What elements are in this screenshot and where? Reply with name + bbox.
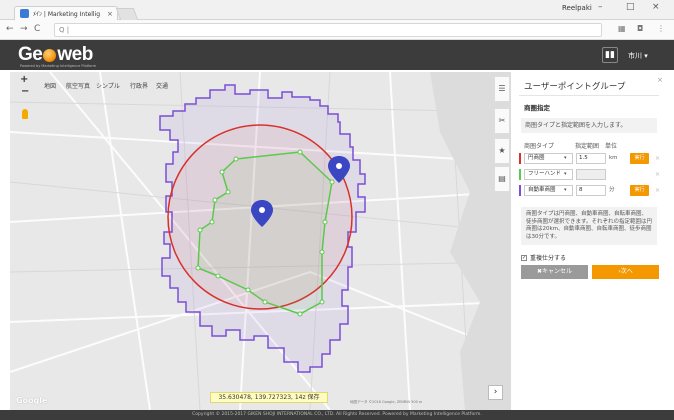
dedupe-checkbox[interactable]: ✓ 重複仕分する xyxy=(521,253,566,262)
profile-name[interactable]: Reelpaki xyxy=(562,4,592,12)
color-swatch xyxy=(519,185,521,196)
cancel-button[interactable]: ✖キャンセル xyxy=(521,265,588,279)
favicon-icon xyxy=(20,9,29,18)
footer-copyright: Copyright © 2015-2017 GIKEN SHOJI INTERN… xyxy=(0,410,674,420)
range-input[interactable]: 1.5 xyxy=(576,153,606,164)
logo-globe-icon xyxy=(43,48,57,62)
maptype-satellite[interactable]: 航空写真 xyxy=(66,81,90,90)
area-row-circle: 円商圏 ▾ 1.5 km 実行 × xyxy=(519,153,663,164)
column-header-type: 商圏タイプ xyxy=(524,143,555,150)
minimize-icon[interactable]: – xyxy=(598,2,603,12)
chevron-down-icon: ▾ xyxy=(564,187,567,193)
range-input[interactable] xyxy=(576,169,606,180)
divider xyxy=(519,95,659,96)
address-input[interactable]: Q | xyxy=(54,23,602,37)
chevron-down-icon: ▾ xyxy=(564,171,567,177)
color-swatch xyxy=(519,169,521,180)
next-button[interactable]: ›次へ xyxy=(592,265,659,279)
unit-label: 分 xyxy=(609,187,615,193)
maximize-icon[interactable]: □ xyxy=(626,2,635,12)
column-header-range: 指定範囲 xyxy=(575,143,600,150)
logo-subtitle: Powered by Marketing Intelligence Platfo… xyxy=(20,64,97,68)
execute-button[interactable]: 実行 xyxy=(630,153,649,164)
zoom-in-button[interactable]: + xyxy=(20,74,28,85)
maptype-admin[interactable]: 行政界 xyxy=(130,81,148,90)
close-window-icon[interactable]: × xyxy=(652,2,660,12)
chevron-down-icon: ▾ xyxy=(564,155,567,161)
checkbox-icon[interactable]: ✓ xyxy=(521,254,527,261)
google-logo: Google xyxy=(16,396,48,405)
unit-label: km xyxy=(609,155,618,161)
map-canvas[interactable]: + − 地図 航空写真 シンプル 行政界 交通 35.630478, 139.7… xyxy=(10,72,510,410)
browser-tab[interactable]: ﾒｲﾝ | Marketing Intellig × xyxy=(14,6,118,20)
camera-icon[interactable]: ◘ xyxy=(637,24,643,33)
color-swatch xyxy=(519,153,521,164)
execute-button[interactable]: 実行 xyxy=(630,185,649,196)
forward-icon[interactable]: → xyxy=(20,24,28,34)
user-point-group-panel: × ユーザーポイントグループ 商圏指定 商圏タイプと指定範囲を入力します。 商圏… xyxy=(510,72,666,410)
coordinate-readout[interactable]: 35.630478, 139.727323, 14z 保存 xyxy=(210,392,328,403)
reload-icon[interactable]: C xyxy=(34,24,40,34)
star-icon[interactable]: ★ xyxy=(494,138,510,164)
extension-icon[interactable]: ▦ xyxy=(618,24,626,33)
close-icon[interactable]: × xyxy=(657,76,663,84)
new-tab-button[interactable] xyxy=(115,8,139,20)
maptype-traffic[interactable]: 交通 xyxy=(156,81,168,90)
menu-dots-icon[interactable]: ⋮ xyxy=(657,24,665,33)
browser-titlebar: ﾒｲﾝ | Marketing Intellig × Reelpaki – □ … xyxy=(0,0,674,20)
maptype-map[interactable]: 地図 xyxy=(44,81,56,90)
back-icon[interactable]: ← xyxy=(6,24,14,34)
app-header: Ge web Powered by Marketing Intelligence… xyxy=(0,40,674,70)
maptype-simple[interactable]: シンプル xyxy=(96,81,120,90)
document-icon[interactable]: ▤ xyxy=(494,166,510,192)
tool-strip: ☰ ✂ ★ ▤ xyxy=(494,72,510,202)
zoom-out-button[interactable]: − xyxy=(21,86,29,97)
area-row-drive: 自動車商圏 ▾ 8 分 実行 × xyxy=(519,185,663,196)
chart-icon[interactable]: ▮▮ xyxy=(602,47,618,63)
map-attribution: 地図データ ©2016 Google, ZENRIN 500 m xyxy=(350,400,423,404)
map-svg xyxy=(10,72,510,410)
description-text: 商圏タイプは円商圏、自動車商圏、自転車商圏、徒歩商圏が選択できます。それぞれの指… xyxy=(521,207,657,245)
instruction-text: 商圏タイプと指定範囲を入力します。 xyxy=(521,118,657,133)
tools-icon[interactable]: ✂ xyxy=(494,108,510,134)
range-input[interactable]: 8 xyxy=(576,185,606,196)
section-title: 商圏指定 xyxy=(524,104,550,112)
panel-title: ユーザーポイントグループ xyxy=(524,82,626,92)
remove-icon[interactable]: × xyxy=(655,169,660,180)
user-menu[interactable]: 市川 ▾ xyxy=(628,51,648,61)
street-view-icon[interactable] xyxy=(22,109,28,119)
tab-title: ﾒｲﾝ | Marketing Intellig xyxy=(33,11,101,18)
address-toolbar: ← → C Q | ▦ ◘ ⋮ xyxy=(0,20,674,40)
expand-button[interactable]: › xyxy=(488,385,503,400)
area-row-freehand: フリーハンド ▾ × xyxy=(519,169,663,180)
column-header-unit: 単位 xyxy=(605,143,618,150)
checkbox-label: 重複仕分する xyxy=(530,255,567,262)
tab-close-icon[interactable]: × xyxy=(107,10,113,18)
remove-icon[interactable]: × xyxy=(655,185,660,196)
remove-icon[interactable]: × xyxy=(655,153,660,164)
list-icon[interactable]: ☰ xyxy=(494,76,510,102)
geoweb-logo[interactable]: Ge web xyxy=(18,44,93,66)
